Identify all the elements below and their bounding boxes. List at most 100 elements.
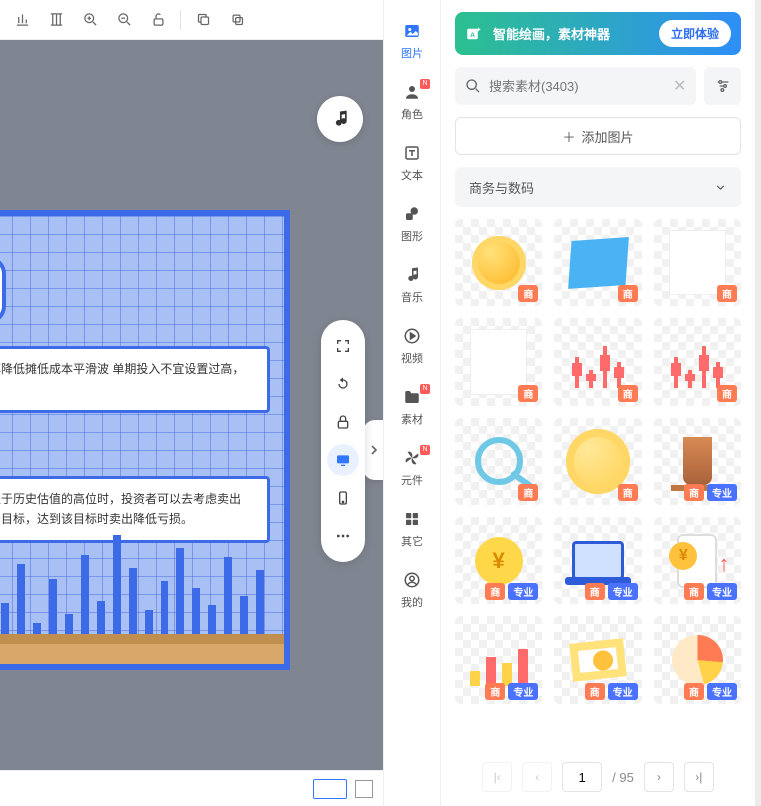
zoom-out-icon[interactable] [108,4,140,36]
copy-icon[interactable] [187,4,219,36]
slide-thumbnail[interactable] [313,779,347,799]
nav-user[interactable]: 角色N [384,71,440,132]
asset-item[interactable]: 商 [554,418,641,505]
asset-item[interactable]: 商 [455,318,542,405]
asset-item[interactable]: 商专业 [554,517,641,604]
nav-label: 其它 [401,533,423,549]
text-icon [401,142,423,164]
add-image-label: 添加图片 [582,127,634,146]
category-nav: 图片角色N 文本图形音乐视频素材N 元件 N 其它我的 [383,0,441,806]
badge-biz: 商 [485,683,505,700]
badge-biz: 商 [518,484,538,501]
unlock-icon[interactable] [142,4,174,36]
add-image-button[interactable]: ＋ 添加图片 [455,117,741,155]
nav-label: 图形 [401,228,423,244]
tablet-icon[interactable] [327,482,359,514]
nav-text[interactable]: 文本 [384,132,440,193]
svg-text:A: A [470,32,475,39]
copy-multi-icon[interactable] [221,4,253,36]
asset-item[interactable]: ¥商专业 [654,517,741,604]
nav-shapes[interactable]: 图形 [384,193,440,254]
nav-label: 我的 [401,594,423,610]
search-input[interactable] [489,79,665,94]
zoom-in-icon[interactable] [74,4,106,36]
badge-pro: 专业 [608,683,638,700]
nav-music[interactable]: 音乐 [384,254,440,315]
canvas-viewport[interactable]: 原理 1 例，能够发挥降低摊低成本平滑波 单期投入不宜设置过高，不利于长 及时止… [0,40,383,770]
asset-item[interactable]: 商专业 [654,616,741,703]
music-icon [401,264,423,286]
fullscreen-icon[interactable] [327,330,359,362]
badge-pro: 专业 [508,583,538,600]
nav-apps[interactable]: 其它 [384,498,440,559]
badge-biz: 商 [618,484,638,501]
filter-button[interactable] [704,67,741,105]
asset-item[interactable]: 商 [654,318,741,405]
clear-search-icon[interactable]: ✕ [673,76,686,96]
asset-item[interactable]: 商专业 [654,418,741,505]
nav-label: 视频 [401,350,423,366]
lock-icon[interactable] [327,406,359,438]
pager-next-button[interactable]: › [644,762,674,792]
more-icon[interactable] [327,520,359,552]
nav-folder[interactable]: 素材N [384,376,440,437]
align-stretch-icon[interactable] [40,4,72,36]
badge-biz: 商 [618,385,638,402]
badge-biz: 商 [618,285,638,302]
asset-item[interactable]: 商 [554,219,641,306]
profile-icon [401,569,423,591]
asset-item[interactable]: 商专业 [455,616,542,703]
rotate-icon[interactable] [327,368,359,400]
badge-biz: 商 [717,385,737,402]
canvas-slide[interactable]: 原理 1 例，能够发挥降低摊低成本平滑波 单期投入不宜设置过高，不利于长 及时止… [0,210,290,670]
pager: |‹ ‹ / 95 › ›| [455,756,741,798]
ai-try-button[interactable]: 立即体验 [659,20,731,47]
category-select[interactable]: 商务与数码 [455,167,741,207]
asset-panel: A 智能绘画，素材神器 立即体验 ✕ ＋ 添加图片 商务与数码 商商商商商商商商… [441,0,761,806]
ai-banner-icon: A [465,25,483,43]
align-bottom-icon[interactable] [6,4,38,36]
float-toolbar [321,320,365,562]
view-mode-button[interactable] [355,780,373,798]
nav-pinwheel[interactable]: 元件 N [384,437,440,498]
nav-label: 文本 [401,167,423,183]
pager-prev-button[interactable]: ‹ [522,762,552,792]
badge-pro: 专业 [608,583,638,600]
pager-last-button[interactable]: ›| [684,762,714,792]
slide-textbox-1[interactable]: 例，能够发挥降低摊低成本平滑波 单期投入不宜设置过高，不利于长 [0,346,270,413]
badge-biz: 商 [684,484,704,501]
chevron-down-icon [714,181,727,194]
slide-bar-chart[interactable] [0,524,284,634]
asset-grid: 商商商商商商商商商专业¥商专业商专业¥商专业商专业商专业商专业 [455,219,741,744]
search-box[interactable]: ✕ [455,67,696,105]
ai-banner: A 智能绘画，素材神器 立即体验 [455,12,741,55]
plus-icon: ＋ [562,127,575,146]
pager-first-button[interactable]: |‹ [482,762,512,792]
nav-video[interactable]: 视频 [384,315,440,376]
badge-pro: 专业 [508,683,538,700]
asset-item[interactable]: ¥商专业 [455,517,542,604]
asset-item[interactable]: 商 [455,219,542,306]
badge-biz: 商 [684,683,704,700]
nav-label: 角色 [401,106,423,122]
nav-profile[interactable]: 我的 [384,559,440,620]
new-badge: N [420,445,430,455]
shapes-icon [401,203,423,225]
pager-input[interactable] [562,762,602,792]
expand-panel-button[interactable] [363,420,383,480]
asset-item[interactable]: 商 [654,219,741,306]
display-icon[interactable] [327,444,359,476]
bottom-bar [0,770,383,806]
asset-item[interactable]: 商 [554,318,641,405]
asset-item[interactable]: 商 [455,418,542,505]
music-fab[interactable] [317,96,363,142]
badge-biz: 商 [585,583,605,600]
nav-label: 元件 [401,472,423,488]
slide-title[interactable]: 原理 [0,256,6,324]
top-toolbar [0,0,383,40]
asset-item[interactable]: 商专业 [554,616,641,703]
nav-image[interactable]: 图片 [384,10,440,71]
badge-pro: 专业 [707,683,737,700]
badge-biz: 商 [485,583,505,600]
badge-pro: 专业 [707,484,737,501]
